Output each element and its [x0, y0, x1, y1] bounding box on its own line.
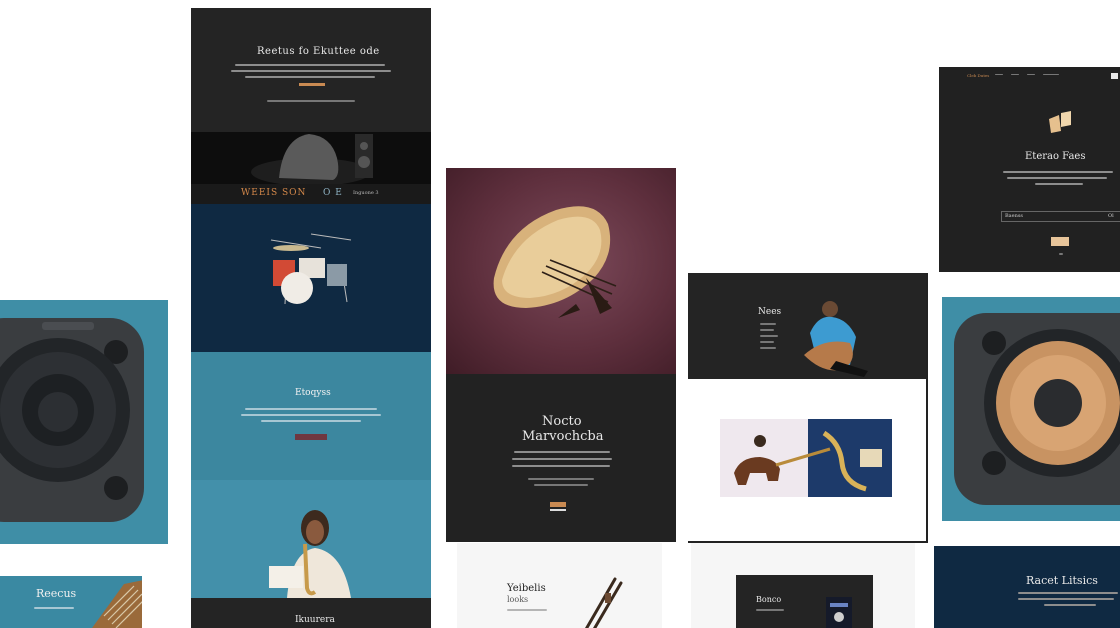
musician-image [804, 301, 868, 377]
hero-text-line [231, 70, 391, 72]
hero-text-line [245, 76, 375, 78]
product-cta-underline [550, 509, 566, 511]
yeibelis-line [507, 609, 547, 611]
reecus-card[interactable]: Reecus [0, 576, 142, 628]
banner-link[interactable]: Inguone 3 [353, 190, 379, 196]
drum-kit-image [270, 233, 352, 305]
speaker-card-right[interactable] [942, 297, 1120, 521]
musician-line [760, 323, 776, 325]
musician-header: Nees [688, 273, 926, 379]
brand-input-suffix: Ol [1108, 213, 1114, 219]
product-meta-line [528, 478, 594, 480]
woodwind-image [584, 577, 623, 628]
hero-image [251, 134, 373, 184]
reecus-title: Reecus [36, 587, 77, 600]
nav-menu-button[interactable] [1111, 73, 1118, 79]
instrument-hero [446, 168, 676, 374]
amp-image [826, 597, 852, 628]
product-text-line [512, 465, 610, 467]
musician-line [760, 341, 774, 343]
musician-line [760, 329, 774, 331]
brand-text-line [1003, 171, 1113, 173]
hero-cta-button[interactable] [299, 83, 325, 86]
brand-title: Eterao Faes [1025, 151, 1086, 162]
brand-text-line [1035, 183, 1083, 185]
brand-submit-button[interactable] [1051, 237, 1069, 246]
bonco-title: Bonco [756, 595, 782, 604]
teal-section: Etoqyss [191, 352, 431, 480]
banner-row: WEEIS SON O E Inguone 3 [191, 184, 431, 204]
speaker-image [0, 318, 144, 522]
hero-meta-line [267, 100, 355, 102]
kalimba-image [92, 580, 142, 628]
musician-line [760, 335, 778, 337]
nav-item[interactable] [995, 74, 1003, 75]
banner-text: WEEIS SON [241, 188, 307, 198]
racet-card[interactable]: Racet Litsics [934, 546, 1120, 628]
sax-section [191, 480, 431, 598]
hero-image-band [191, 132, 431, 184]
reecus-line [34, 607, 74, 609]
instrument-product-card[interactable]: Nocto Marvochcba [446, 168, 676, 542]
bonco-panel: Bonco [736, 575, 873, 628]
brand-landing-card[interactable]: Cleb Dutes Eterao Faes Baenss Ol [939, 67, 1120, 272]
product-meta-line [534, 484, 588, 486]
hero-text-line [235, 64, 385, 66]
landing-page-stack[interactable]: Reetus fo Ekuttee ode WEEIS SON O E Ingu… [191, 8, 431, 628]
brand-mark-icon [1049, 111, 1071, 133]
bonco-card[interactable]: Bonco [691, 543, 915, 628]
musician-title: Nees [758, 307, 782, 317]
speaker-card-left[interactable] [0, 300, 168, 544]
musician-feature-image [720, 419, 892, 497]
racet-title: Racet Litsics [1026, 574, 1098, 587]
hero-title: Reetus fo Ekuttee ode [257, 46, 380, 57]
musician-line [760, 347, 776, 349]
nav-item[interactable] [1043, 74, 1059, 75]
brand-footer-line [1059, 253, 1063, 255]
banjo-image [493, 206, 617, 318]
teal-text-line [241, 414, 381, 416]
racet-line [1044, 604, 1096, 606]
yeibelis-title: Yeibelis [507, 583, 546, 594]
teal-title: Etoqyss [295, 388, 331, 398]
yeibelis-subtitle: looks [507, 595, 529, 604]
racet-line [1018, 592, 1118, 594]
saxophonist-image [269, 510, 351, 598]
brand-input-field[interactable]: Baenss Ol [1001, 211, 1120, 222]
speaker-image [954, 313, 1120, 505]
footer-title: Ikuurera [295, 615, 335, 625]
product-cta-button[interactable] [550, 502, 566, 507]
teal-text-line [261, 420, 361, 422]
nav-item[interactable] [1027, 74, 1035, 75]
saxophone-still-life [734, 419, 892, 497]
teal-text-line [245, 408, 377, 410]
musician-card[interactable]: Nees [688, 273, 928, 543]
racet-line [1018, 598, 1114, 600]
nav-item[interactable] [1011, 74, 1019, 75]
brand-input-value: Baenss [1005, 213, 1023, 219]
bonco-line [756, 609, 784, 611]
drum-section [191, 204, 431, 352]
product-text-line [512, 458, 612, 460]
teal-cta-button[interactable] [295, 434, 327, 440]
yeibelis-card[interactable]: Yeibelis looks [457, 543, 662, 628]
product-title-line1: Nocto [542, 414, 582, 429]
brand-logo[interactable]: Cleb Dutes [967, 73, 989, 78]
banner-suffix: O E [323, 188, 343, 198]
product-text-line [514, 451, 610, 453]
product-title-line2: Marvochcba [522, 429, 604, 444]
brand-text-line [1007, 177, 1107, 179]
